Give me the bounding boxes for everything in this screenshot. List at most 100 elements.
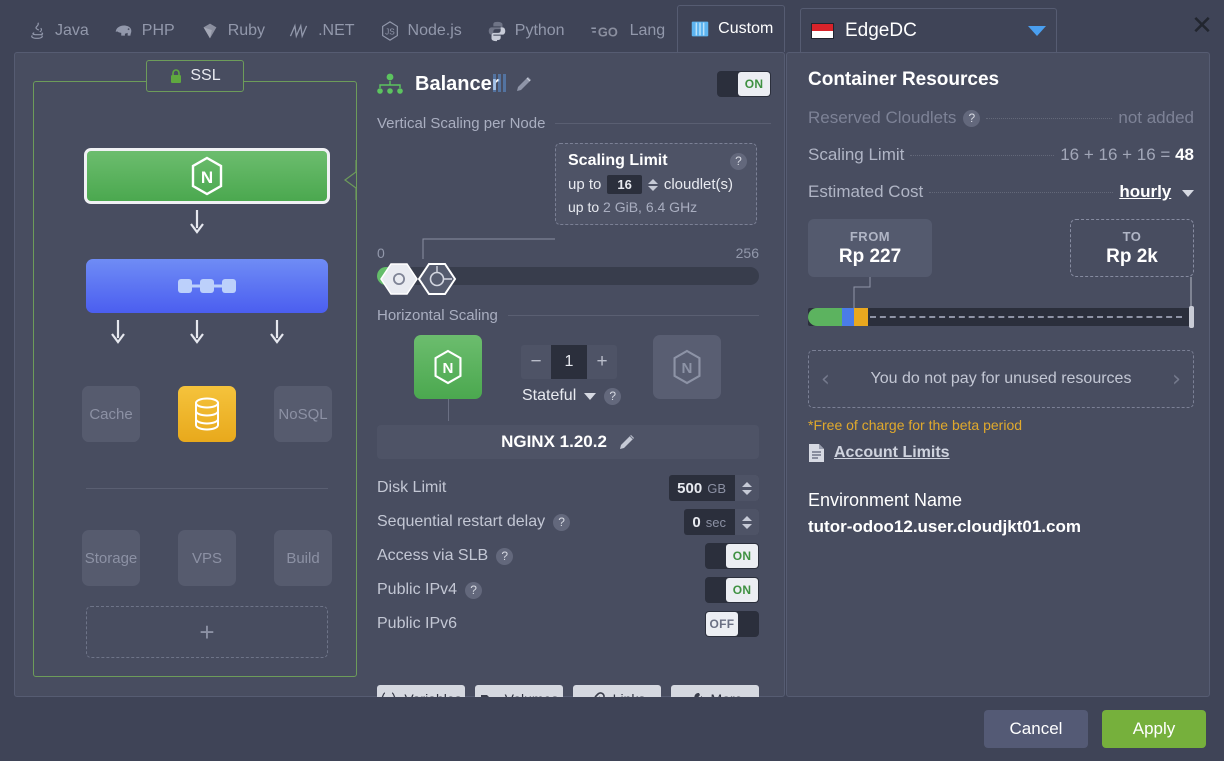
- page-title: Balancer: [415, 73, 506, 96]
- custom-icon: [691, 21, 709, 37]
- stack-tabs: Java PHP Ruby .NET JS Node.js Python GO …: [0, 0, 786, 52]
- restart-delay-help-icon[interactable]: ?: [553, 513, 571, 531]
- region-name: EdgeDC: [845, 19, 917, 41]
- access-slb-toggle[interactable]: ON: [705, 543, 759, 569]
- ssl-label: SSL: [190, 67, 221, 84]
- node-count-decrease[interactable]: −: [521, 345, 551, 379]
- slider-track[interactable]: [377, 263, 759, 295]
- topology-node-build[interactable]: Build: [274, 530, 332, 586]
- chevron-down-icon[interactable]: [1182, 190, 1194, 197]
- pencil-icon[interactable]: [516, 76, 532, 92]
- tab-custom[interactable]: Custom: [677, 5, 786, 52]
- option-row-public-ipv4: Public IPv4 ? ON: [377, 573, 759, 607]
- node-count-stepper[interactable]: − 1 +: [521, 345, 617, 379]
- option-row-public-ipv6: Public IPv6 OFF: [377, 607, 759, 641]
- scaling-limit-help-icon[interactable]: ?: [730, 153, 747, 170]
- cost-to-amount: Rp 2k: [1106, 245, 1158, 267]
- tab-label: Lang: [629, 21, 666, 39]
- go-lang-icon: GO: [590, 24, 617, 39]
- topology-service-row: Storage VPS Build: [82, 530, 332, 586]
- row-dots: [910, 155, 1055, 156]
- topology-editor-card: SSL N Cache NoSQL Storage VPS Build + Ba…: [14, 52, 785, 713]
- cost-card-from: FROM Rp 227: [808, 219, 932, 277]
- scaling-calc: 16 + 16 + 16 =: [1060, 145, 1171, 164]
- svg-text:N: N: [682, 360, 693, 377]
- topology-node-nosql[interactable]: NoSQL: [274, 386, 332, 442]
- close-icon[interactable]: ✕: [1187, 12, 1217, 42]
- vertical-scaling-section-label: Vertical Scaling per Node: [377, 115, 771, 132]
- environment-name-block: Environment Name tutor-odoo12.user.cloud…: [808, 490, 1081, 537]
- toggle-state: ON: [726, 578, 758, 602]
- document-icon: [809, 444, 824, 462]
- topology-node-balancer[interactable]: N: [84, 148, 330, 204]
- cost-bar-dashed-remainder: [870, 316, 1182, 318]
- horizontal-node-placeholder[interactable]: N: [653, 335, 721, 399]
- public-ipv4-help-icon[interactable]: ?: [465, 581, 483, 599]
- scaling-limit-stepper[interactable]: [647, 178, 658, 191]
- node-options-list: Disk Limit 500 GB Sequential restart del…: [377, 471, 759, 641]
- reserved-cloudlets-help-icon[interactable]: ?: [963, 109, 981, 127]
- chevron-down-icon[interactable]: [584, 392, 597, 400]
- node-count-value[interactable]: 1: [551, 345, 587, 379]
- cancel-button[interactable]: Cancel: [984, 710, 1088, 748]
- toggle-state: ON: [726, 544, 758, 568]
- promo-next-button[interactable]: ›: [1172, 367, 1181, 392]
- scaling-limit-input[interactable]: 16: [607, 175, 642, 194]
- nginx-icon: N: [673, 349, 701, 385]
- disk-limit-input[interactable]: 500 GB: [669, 475, 759, 501]
- tab-golang[interactable]: GO Lang: [577, 8, 678, 52]
- horizontal-scaling-section-label: Horizontal Scaling: [377, 307, 759, 324]
- disk-limit-stepper[interactable]: [735, 475, 759, 501]
- slider-handle-max[interactable]: [417, 262, 457, 296]
- arrow-down-icon: [270, 320, 284, 344]
- public-ipv4-toggle[interactable]: ON: [705, 577, 759, 603]
- tab-nodejs[interactable]: JS Node.js: [367, 8, 474, 52]
- tab-dotnet[interactable]: .NET: [277, 8, 366, 52]
- environment-name-label: Environment Name: [808, 490, 963, 510]
- svg-text:GO: GO: [597, 24, 617, 39]
- scaling-limit-tooltip: ? Scaling Limit up to 16 cloudlet(s) up …: [555, 143, 757, 225]
- account-limits-link[interactable]: Account Limits: [834, 444, 950, 462]
- ssl-badge[interactable]: SSL: [146, 60, 244, 92]
- stack-version-label: NGINX 1.20.2: [501, 432, 607, 451]
- pencil-icon[interactable]: [619, 434, 635, 450]
- option-label: Public IPv6: [377, 615, 458, 632]
- node-count-increase[interactable]: +: [587, 345, 617, 379]
- row-dots: [986, 118, 1113, 119]
- tab-python[interactable]: Python: [474, 8, 577, 52]
- tab-java[interactable]: Java: [14, 8, 101, 52]
- option-row-access-slb: Access via SLB ? ON: [377, 539, 759, 573]
- restart-delay-input[interactable]: 0 sec: [684, 509, 759, 535]
- topology-node-storage[interactable]: Storage: [82, 530, 140, 586]
- cost-period-select[interactable]: hourly: [1119, 182, 1171, 201]
- slider-handle-min[interactable]: [379, 262, 419, 296]
- option-row-disk-limit: Disk Limit 500 GB: [377, 471, 759, 505]
- stateful-help-icon[interactable]: ?: [604, 387, 622, 405]
- topology-node-cache[interactable]: Cache: [82, 386, 140, 442]
- access-slb-help-icon[interactable]: ?: [496, 547, 514, 565]
- topology-node-vps[interactable]: VPS: [178, 530, 236, 586]
- row-dots: [929, 192, 1114, 193]
- add-node-button[interactable]: +: [86, 606, 328, 658]
- tab-php[interactable]: PHP: [101, 8, 187, 52]
- tab-ruby[interactable]: Ruby: [187, 8, 277, 52]
- restart-delay-stepper[interactable]: [735, 509, 759, 535]
- region-tab-edgedc[interactable]: EdgeDC: [800, 8, 1057, 52]
- horizontal-node-active[interactable]: N: [414, 335, 482, 421]
- public-ipv6-toggle[interactable]: OFF: [705, 611, 759, 637]
- topology-node-sql[interactable]: [178, 386, 236, 442]
- ruby-icon: [203, 23, 217, 38]
- chevron-down-icon[interactable]: [1028, 25, 1046, 36]
- stateful-selector[interactable]: Stateful ?: [522, 387, 622, 405]
- cost-bar-segment-green: [808, 308, 842, 326]
- toggle-state: OFF: [706, 612, 738, 636]
- apply-button[interactable]: Apply: [1102, 710, 1206, 748]
- promo-prev-button[interactable]: ‹: [821, 367, 830, 392]
- stack-version-bar[interactable]: NGINX 1.20.2: [377, 425, 759, 459]
- topology-node-app[interactable]: [86, 259, 328, 313]
- scaling-limit-title: Scaling Limit: [568, 152, 668, 169]
- unit: GB: [707, 480, 726, 496]
- node-power-toggle[interactable]: ON: [717, 71, 771, 97]
- tab-label: Ruby: [227, 21, 266, 39]
- option-label: Access via SLB: [377, 547, 489, 564]
